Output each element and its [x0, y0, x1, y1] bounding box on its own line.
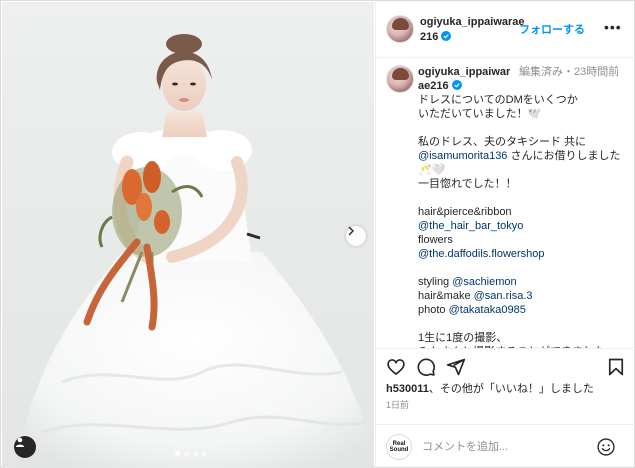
- user-tag-button[interactable]: [14, 436, 36, 458]
- post-photo[interactable]: [2, 2, 374, 468]
- author-username-text[interactable]: ogiyuka_ippaiwarae216: [420, 16, 525, 43]
- mention-link[interactable]: @the.daffodils.flowershop: [418, 248, 545, 260]
- next-slide-button[interactable]: [346, 226, 366, 246]
- caption-line-text: さんにお借りしました: [507, 150, 621, 162]
- post-side-panel: ogiyuka_ippaiwarae216 フォローする ••• ogiyuka…: [375, 2, 635, 468]
- likes-summary[interactable]: h530011、その他が「いいね！」しました: [386, 382, 594, 396]
- caption-line: photo @takataka0985: [418, 303, 632, 317]
- carousel-indicator: [175, 451, 207, 456]
- bride-illustration: [17, 34, 374, 468]
- caption-line-text: flowers: [418, 234, 453, 246]
- carousel-dot: [202, 451, 207, 456]
- caption-line-text: いただいていました！🕊️: [418, 108, 542, 120]
- mention-link[interactable]: @san.risa.3: [474, 290, 533, 302]
- verified-icon: [441, 31, 452, 41]
- caption-line: @isamumorita136 さんにお借りしました: [418, 149, 632, 163]
- caption-line-text: ドレスについてのDMをいくつか: [418, 94, 578, 106]
- caption-line: flowers: [418, 233, 632, 247]
- caption-author-avatar[interactable]: [386, 65, 414, 93]
- mention-link[interactable]: @sachiemon: [452, 276, 516, 288]
- post-actions: h530011、その他が「いいね！」しました 1日前: [376, 348, 635, 424]
- caption-line-text: hair&pierce&ribbon: [418, 206, 512, 218]
- caption-line-text: hair&make: [418, 290, 474, 302]
- caption-line: @the.daffodils.flowershop: [418, 247, 632, 261]
- caption-line: 私のドレス、夫のタキシード 共に: [418, 135, 632, 149]
- follow-button[interactable]: フォローする: [519, 21, 585, 37]
- chevron-right-icon: [348, 226, 354, 236]
- post-header: ogiyuka_ippaiwarae216 フォローする •••: [376, 2, 635, 58]
- caption-line-text: styling: [418, 276, 453, 288]
- caption-line: hair&pierce&ribbon: [418, 205, 632, 219]
- caption-line: @the_hair_bar_tokyo: [418, 219, 632, 233]
- post-timestamp[interactable]: 1日前: [386, 398, 409, 411]
- comments-section: ogiyuka_ippaiwarae216 編集済み・23時間前 ドレスについて…: [376, 59, 635, 348]
- avatar-text-line2: Sound: [389, 447, 409, 453]
- likes-user[interactable]: h530011: [386, 383, 429, 395]
- comment-input[interactable]: [422, 438, 582, 456]
- caption-line: [418, 317, 632, 331]
- verified-icon: [451, 80, 462, 90]
- caption-line: 1生に1度の撮影、: [418, 331, 632, 345]
- caption-line: [418, 191, 632, 205]
- caption-text: ドレスについてのDMをいくつか いただいていました！🕊️ 私のドレス、夫のタキシード…: [418, 93, 632, 348]
- mention-link[interactable]: @the_hair_bar_tokyo: [418, 220, 523, 232]
- caption-line-text: 一目惚れでした！！: [418, 178, 517, 190]
- caption-line-text: 🥂🤍: [418, 164, 446, 176]
- caption-line: styling @sachiemon: [418, 275, 632, 289]
- caption-author-username-text[interactable]: ogiyuka_ippaiwarae216: [418, 66, 510, 92]
- caption-author-username[interactable]: ogiyuka_ippaiwarae216: [418, 65, 516, 93]
- user-tag-icon: [15, 437, 25, 447]
- carousel-dot: [184, 451, 189, 456]
- comment-icon[interactable]: [416, 357, 436, 377]
- author-avatar[interactable]: [386, 15, 414, 43]
- instagram-post: ogiyuka_ippaiwarae216 フォローする ••• ogiyuka…: [0, 0, 635, 468]
- mention-link[interactable]: @takataka0985: [449, 304, 526, 316]
- heart-icon[interactable]: [386, 357, 406, 377]
- caption-line-text: 私のドレス、夫のタキシード 共に: [418, 136, 587, 148]
- more-options-icon[interactable]: •••: [604, 19, 622, 35]
- carousel-dot: [193, 451, 198, 456]
- caption-line: [418, 121, 632, 135]
- carousel-dot: [175, 451, 180, 456]
- comment-composer: Real Sound: [376, 424, 635, 468]
- caption-line: 一目惚れでした！！: [418, 177, 632, 191]
- emoji-icon[interactable]: [596, 437, 616, 457]
- caption-line-text: 1生に1度の撮影、: [418, 332, 508, 344]
- caption-line: ドレスについてのDMをいくつか: [418, 93, 632, 107]
- caption-meta: 編集済み・23時間前: [519, 66, 620, 78]
- mention-link[interactable]: @isamumorita136: [418, 150, 507, 162]
- caption-line: [418, 261, 632, 275]
- caption-line: いただいていました！🕊️: [418, 107, 632, 121]
- caption-line: hair&make @san.risa.3: [418, 289, 632, 303]
- author-username[interactable]: ogiyuka_ippaiwarae216: [420, 15, 530, 45]
- caption-line-text: photo: [418, 304, 449, 316]
- likes-text: 、その他が「いいね！」しました: [428, 383, 594, 395]
- bookmark-icon[interactable]: [606, 357, 626, 377]
- current-user-avatar: Real Sound: [386, 434, 412, 460]
- caption-line: 🥂🤍: [418, 163, 632, 177]
- share-icon[interactable]: [446, 357, 466, 377]
